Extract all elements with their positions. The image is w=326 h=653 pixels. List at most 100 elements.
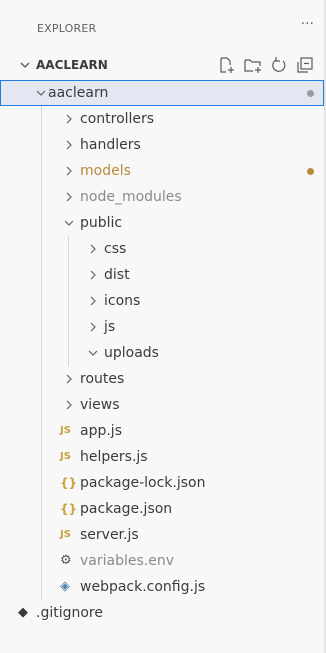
indent-guide (41, 288, 42, 314)
tree-item-label: server.js (80, 527, 139, 543)
indent-guide (68, 314, 69, 340)
chevron-right-icon (90, 244, 96, 254)
indent-guide (41, 210, 42, 236)
workspace-section-header[interactable]: AACLEARN (0, 54, 326, 78)
tree-item-label: node_modules (80, 189, 182, 205)
tree-item-label: icons (104, 293, 141, 309)
tree-row[interactable]: JS app.js (0, 418, 324, 444)
explorer-title-bar: EXPLORER ··· (0, 16, 326, 42)
indent-guide (41, 574, 42, 600)
indent-guide (41, 262, 42, 288)
file-tree: aaclearn controllers handlers models node_mo… (0, 80, 324, 626)
tree-item-label: .gitignore (36, 605, 103, 621)
tree-row[interactable]: JS helpers.js (0, 444, 324, 470)
gear-icon: ⚙ (60, 553, 72, 568)
indent-guide (68, 340, 69, 366)
section-actions (216, 55, 316, 75)
indent-guide (41, 314, 42, 340)
tree-row[interactable]: public (0, 210, 324, 236)
chevron-right-icon (66, 140, 72, 150)
tree-row[interactable]: JS server.js (0, 522, 324, 548)
tree-row[interactable]: js (0, 314, 324, 340)
tree-item-label: package.json (80, 501, 173, 517)
indent-guide (41, 444, 42, 470)
tree-item-label: css (104, 241, 127, 257)
tree-row[interactable]: handlers (0, 132, 324, 158)
indent-guide (41, 496, 42, 522)
chevron-down-icon (36, 90, 46, 96)
modified-dot (307, 168, 314, 175)
chevron-down-icon (88, 350, 98, 356)
explorer-title: EXPLORER (37, 22, 97, 35)
js-file-icon: JS (60, 425, 71, 436)
indent-guide (41, 158, 42, 184)
json-file-icon: {} (60, 502, 78, 516)
tree-row[interactable]: models (0, 158, 324, 184)
chevron-down-icon (20, 62, 30, 68)
tree-row[interactable]: uploads (0, 340, 324, 366)
indent-guide (41, 106, 42, 132)
chevron-right-icon (90, 322, 96, 332)
indent-guide (68, 288, 69, 314)
indent-guide (41, 236, 42, 262)
tree-item-label: controllers (80, 111, 155, 127)
tree-item-label: aaclearn (48, 85, 109, 101)
indent-guide (41, 132, 42, 158)
webpack-icon: ◈ (60, 579, 70, 594)
tree-row[interactable]: ◆ .gitignore (0, 600, 324, 626)
chevron-right-icon (90, 296, 96, 306)
json-file-icon: {} (60, 476, 78, 490)
indent-guide (41, 470, 42, 496)
tree-row[interactable]: views (0, 392, 324, 418)
tree-row[interactable]: node_modules (0, 184, 324, 210)
tree-item-label: variables.env (80, 553, 174, 569)
tree-item-label: models (80, 163, 131, 179)
tree-item-label: app.js (80, 423, 122, 439)
tree-row[interactable]: ⚙ variables.env (0, 548, 324, 574)
new-file-icon[interactable] (216, 55, 238, 75)
tree-row[interactable]: ◈ webpack.config.js (0, 574, 324, 600)
tree-item-label: public (80, 215, 123, 231)
js-file-icon: JS (60, 451, 71, 462)
refresh-icon[interactable] (268, 55, 290, 75)
chevron-right-icon (90, 270, 96, 280)
js-file-icon: JS (60, 529, 71, 540)
git-icon: ◆ (18, 605, 28, 620)
chevron-right-icon (66, 374, 72, 384)
tree-row[interactable]: icons (0, 288, 324, 314)
chevron-down-icon (64, 220, 74, 226)
chevron-right-icon (66, 166, 72, 176)
tree-row[interactable]: controllers (0, 106, 324, 132)
workspace-title: AACLEARN (36, 58, 108, 72)
tree-item-label: routes (80, 371, 125, 387)
collapse-all-icon[interactable] (294, 55, 316, 75)
status-dot (307, 90, 314, 97)
indent-guide (41, 522, 42, 548)
tree-item-label: handlers (80, 137, 141, 153)
indent-guide (41, 392, 42, 418)
new-folder-icon[interactable] (242, 55, 264, 75)
tree-item-label: helpers.js (80, 449, 148, 465)
indent-guide (41, 418, 42, 444)
tree-item-label: views (80, 397, 120, 413)
chevron-right-icon (66, 114, 72, 124)
tree-item-label: webpack.config.js (80, 579, 206, 595)
tree-item-label: package-lock.json (80, 475, 206, 491)
more-icon[interactable]: ··· (301, 16, 314, 32)
tree-item-label: dist (104, 267, 130, 283)
chevron-right-icon (66, 400, 72, 410)
indent-guide (41, 366, 42, 392)
tree-item-label: js (104, 319, 116, 335)
indent-guide (68, 262, 69, 288)
explorer-panel: EXPLORER ··· AACLEARN aaclearn controlle… (0, 0, 326, 653)
tree-item-label: uploads (104, 345, 159, 361)
indent-guide (68, 236, 69, 262)
tree-row[interactable]: css (0, 236, 324, 262)
tree-row[interactable]: {} package-lock.json (0, 470, 324, 496)
tree-row[interactable]: dist (0, 262, 324, 288)
chevron-right-icon (66, 192, 72, 202)
indent-guide (41, 184, 42, 210)
tree-row[interactable]: aaclearn (0, 80, 324, 106)
tree-row[interactable]: routes (0, 366, 324, 392)
tree-row[interactable]: {} package.json (0, 496, 324, 522)
